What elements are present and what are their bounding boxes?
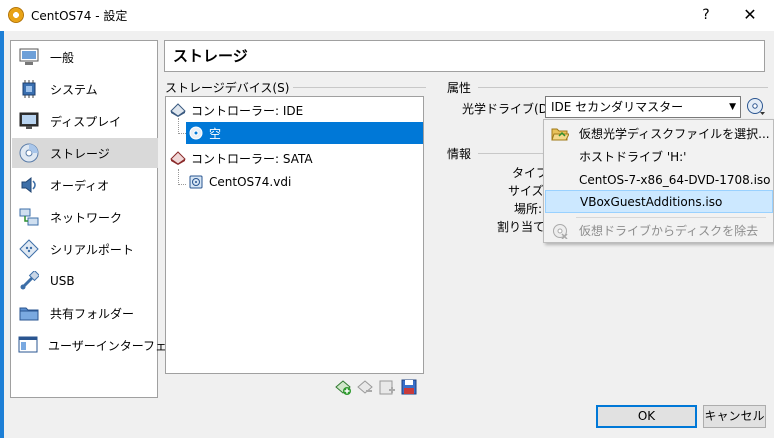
page-title: ストレージ xyxy=(164,40,765,72)
category-item-user-interface[interactable]: ユーザーインターフェース xyxy=(12,330,190,360)
folder-open-icon xyxy=(549,125,571,143)
menu-item-label: CentOS-7-x86_64-DVD-1708.iso xyxy=(579,172,771,187)
category-item-serial-port[interactable]: シリアルポート xyxy=(12,234,158,264)
menu-item-host-drive[interactable]: ホストドライブ 'H:' xyxy=(545,145,773,168)
virtualbox-app-icon xyxy=(8,7,24,23)
tree-connector xyxy=(178,133,186,134)
category-label: 一般 xyxy=(50,50,75,65)
category-item-network[interactable]: ネットワーク xyxy=(12,202,158,232)
optical-drive-label: 光学ドライブ(D): xyxy=(462,102,557,116)
category-list: 一般 システム ディスプレイ ストレージ オーディオ ネットワーク シリアルポー… xyxy=(10,40,190,398)
category-item-storage[interactable]: ストレージ xyxy=(12,138,158,168)
info-location-label: 場所: xyxy=(514,202,543,216)
window-title: CentOS74 - 設定 xyxy=(31,9,128,23)
tree-row-sata-disk[interactable]: CentOS74.vdi xyxy=(188,171,291,193)
add-controller-icon xyxy=(335,380,351,395)
remove-attachment-icon xyxy=(401,379,417,395)
optical-drive-menu: 仮想光学ディスクファイルを選択... ホストドライブ 'H:' CentOS-7… xyxy=(543,119,774,243)
close-button[interactable]: ✕ xyxy=(738,4,762,26)
category-item-shared-folders[interactable]: 共有フォルダー xyxy=(12,298,158,328)
category-label: オーディオ xyxy=(50,178,110,193)
category-label: システム xyxy=(50,82,98,97)
tree-row-controller-ide[interactable]: コントローラー: IDE xyxy=(170,99,303,121)
category-label: ネットワーク xyxy=(50,210,123,225)
tree-row-label: コントローラー: IDE xyxy=(191,103,304,118)
category-label: シリアルポート xyxy=(50,242,134,257)
menu-separator xyxy=(576,217,766,218)
optical-drive-select[interactable]: IDE セカンダリマスター ▼ xyxy=(545,96,741,118)
shared-folder-icon xyxy=(18,303,40,323)
ide-controller-icon xyxy=(170,102,186,118)
category-label: ストレージ xyxy=(50,146,110,161)
cd-drive-icon xyxy=(18,143,40,163)
category-item-general[interactable]: 一般 xyxy=(12,42,158,72)
add-attachment-icon xyxy=(379,380,395,395)
storage-devices-group-label: ストレージデバイス(S) xyxy=(165,79,294,96)
cd-menu-icon xyxy=(747,98,765,115)
category-label: ディスプレイ xyxy=(50,114,122,129)
info-group-label: 情報 xyxy=(447,145,476,162)
menu-item-label: VBoxGuestAdditions.iso xyxy=(580,194,723,209)
menu-item-remove-disk[interactable]: 仮想ドライブからディスクを除去 xyxy=(545,219,773,242)
hard-disk-icon xyxy=(188,174,204,190)
category-label: 共有フォルダー xyxy=(50,306,135,321)
category-item-usb[interactable]: USB xyxy=(12,266,158,296)
choose-disk-button[interactable] xyxy=(745,97,767,117)
tree-connector xyxy=(178,184,186,185)
storage-tree: コントローラー: IDE 空 コントローラー: SATA CentOS74.vd… xyxy=(165,96,424,374)
help-button[interactable]: ? xyxy=(694,4,718,26)
menu-item-label: 仮想ドライブからディスクを除去 xyxy=(579,224,759,238)
chip-icon xyxy=(18,79,40,99)
monitor-general-icon xyxy=(18,47,40,67)
cancel-button[interactable]: キャンセル xyxy=(703,405,766,428)
group-divider xyxy=(478,153,544,154)
network-icon xyxy=(18,207,40,227)
menu-item-label: ホストドライブ 'H:' xyxy=(579,150,687,164)
window-accent-edge xyxy=(0,31,4,438)
menu-item-label: 仮想光学ディスクファイルを選択... xyxy=(579,127,770,141)
remove-attachment-button[interactable] xyxy=(400,378,418,396)
tree-row-label: CentOS74.vdi xyxy=(209,175,292,189)
cd-empty-icon xyxy=(188,125,204,141)
speaker-icon xyxy=(18,175,40,195)
info-attached-label: 割り当て: xyxy=(497,220,550,234)
add-controller-button[interactable] xyxy=(334,378,352,396)
category-item-system[interactable]: システム xyxy=(12,74,158,104)
tree-row-label: 空 xyxy=(209,126,222,141)
usb-icon xyxy=(18,271,40,291)
ok-button[interactable]: OK xyxy=(596,405,697,428)
chevron-down-icon: ▼ xyxy=(729,102,736,112)
tree-row-controller-sata[interactable]: コントローラー: SATA xyxy=(170,147,313,169)
sata-controller-icon xyxy=(170,150,186,166)
add-attachment-button[interactable] xyxy=(378,378,396,396)
info-size-label: サイズ: xyxy=(508,184,548,198)
serial-port-icon xyxy=(18,239,40,259)
tree-connector xyxy=(178,169,179,185)
menu-item-centos-iso[interactable]: CentOS-7-x86_64-DVD-1708.iso xyxy=(545,168,773,191)
attributes-group-label: 属性 xyxy=(447,79,476,96)
group-divider xyxy=(275,87,426,88)
group-divider xyxy=(478,87,768,88)
tree-row-ide-empty[interactable]: 空 xyxy=(186,122,423,144)
title-bar: CentOS74 - 設定 ? ✕ xyxy=(0,0,774,31)
display-icon xyxy=(18,111,40,131)
user-interface-icon xyxy=(18,335,38,355)
remove-controller-icon xyxy=(357,380,373,394)
category-item-display[interactable]: ディスプレイ xyxy=(12,106,158,136)
category-label: USB xyxy=(50,274,75,288)
category-item-audio[interactable]: オーディオ xyxy=(12,170,158,200)
tree-row-label: コントローラー: SATA xyxy=(191,151,313,166)
tree-toolbar xyxy=(334,378,418,396)
remove-disk-icon xyxy=(549,222,571,240)
remove-controller-button[interactable] xyxy=(356,378,374,396)
menu-item-guest-additions-iso[interactable]: VBoxGuestAdditions.iso xyxy=(545,190,773,213)
optical-drive-value: IDE セカンダリマスター xyxy=(551,100,684,114)
menu-item-choose-disk-file[interactable]: 仮想光学ディスクファイルを選択... xyxy=(545,122,773,145)
